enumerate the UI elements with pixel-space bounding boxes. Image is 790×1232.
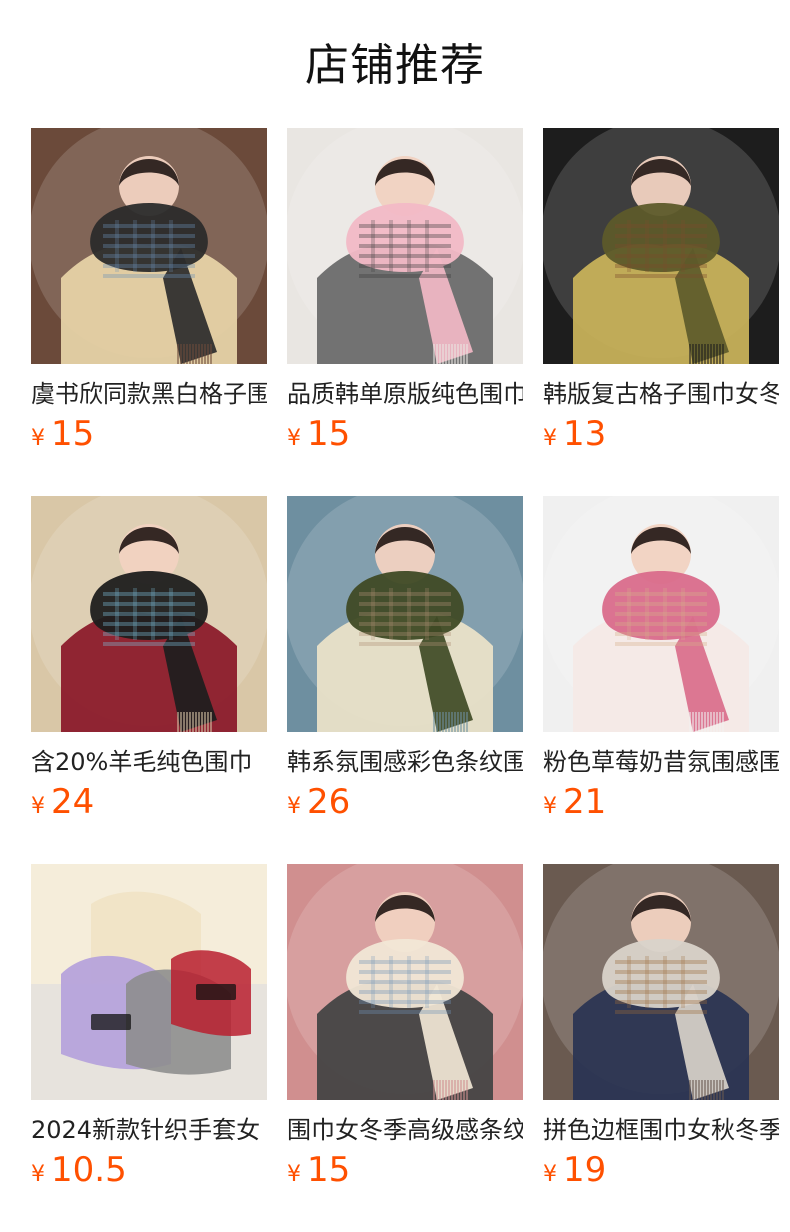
product-info: 围巾女冬季高级感条纹 ¥15 (287, 1100, 523, 1190)
product-image[interactable] (543, 128, 779, 364)
scarf-photo-icon (543, 128, 779, 364)
product-info: 粉色草莓奶昔氛围感围巾 ¥21 (543, 732, 779, 822)
product-image[interactable] (31, 128, 267, 364)
product-title[interactable]: 韩系氛围感彩色条纹围巾 (287, 746, 523, 778)
currency-symbol: ¥ (543, 1162, 557, 1187)
price-value: 19 (563, 1150, 607, 1190)
price-value: 26 (307, 782, 351, 822)
product-price: ¥13 (543, 414, 779, 454)
product-image[interactable] (287, 496, 523, 732)
product-image[interactable] (31, 864, 267, 1100)
product-info: 2024新款针织手套女 ¥10.5 (31, 1100, 267, 1190)
currency-symbol: ¥ (543, 426, 557, 451)
page-title: 店铺推荐 (305, 40, 485, 91)
scarf-photo-icon (287, 864, 523, 1100)
currency-symbol: ¥ (287, 794, 301, 819)
price-value: 15 (51, 414, 95, 454)
currency-symbol: ¥ (543, 794, 557, 819)
scarf-photo-icon (543, 496, 779, 732)
product-card[interactable]: 品质韩单原版纯色围巾 ¥15 (287, 128, 523, 454)
product-title[interactable]: 虞书欣同款黑白格子围巾 (31, 378, 267, 410)
product-price: ¥26 (287, 782, 523, 822)
scarf-photo-icon (287, 128, 523, 364)
product-info: 品质韩单原版纯色围巾 ¥15 (287, 364, 523, 454)
product-title[interactable]: 含20%羊毛纯色围巾 (31, 746, 267, 778)
product-image[interactable] (287, 128, 523, 364)
product-card[interactable]: 粉色草莓奶昔氛围感围巾 ¥21 (543, 496, 779, 822)
gloves-photo-icon (31, 864, 267, 1100)
price-value: 13 (563, 414, 607, 454)
price-value: 10.5 (51, 1150, 127, 1190)
currency-symbol: ¥ (287, 426, 301, 451)
product-card[interactable]: 韩系氛围感彩色条纹围巾 ¥26 (287, 496, 523, 822)
product-title[interactable]: 拼色边框围巾女秋冬季 (543, 1114, 779, 1146)
product-image[interactable] (543, 864, 779, 1100)
product-card[interactable]: 围巾女冬季高级感条纹 ¥15 (287, 864, 523, 1190)
product-price: ¥15 (31, 414, 267, 454)
currency-symbol: ¥ (31, 426, 45, 451)
scarf-photo-icon (31, 128, 267, 364)
product-card[interactable]: 含20%羊毛纯色围巾 ¥24 (31, 496, 267, 822)
product-price: ¥24 (31, 782, 267, 822)
product-price: ¥19 (543, 1150, 779, 1190)
product-card[interactable]: 拼色边框围巾女秋冬季 ¥19 (543, 864, 779, 1190)
product-price: ¥10.5 (31, 1150, 267, 1190)
scarf-photo-icon (543, 864, 779, 1100)
product-title[interactable]: 围巾女冬季高级感条纹 (287, 1114, 523, 1146)
product-card[interactable]: 韩版复古格子围巾女冬 ¥13 (543, 128, 779, 454)
price-value: 24 (51, 782, 95, 822)
price-value: 15 (307, 414, 351, 454)
currency-symbol: ¥ (31, 1162, 45, 1187)
product-price: ¥15 (287, 414, 523, 454)
product-image[interactable] (287, 864, 523, 1100)
product-info: 韩系氛围感彩色条纹围巾 ¥26 (287, 732, 523, 822)
store-recommendation-page: 店铺推荐 虞书欣同款黑白格子围巾 ¥15 品质韩单原版纯色围巾 ¥15 韩版复古格子围巾… (0, 0, 790, 1232)
product-info: 虞书欣同款黑白格子围巾 ¥15 (31, 364, 267, 454)
product-image[interactable] (31, 496, 267, 732)
currency-symbol: ¥ (287, 1162, 301, 1187)
product-grid: 虞书欣同款黑白格子围巾 ¥15 品质韩单原版纯色围巾 ¥15 韩版复古格子围巾女冬 ¥13… (31, 128, 779, 1190)
product-image[interactable] (543, 496, 779, 732)
product-title[interactable]: 韩版复古格子围巾女冬 (543, 378, 779, 410)
product-price: ¥21 (543, 782, 779, 822)
currency-symbol: ¥ (31, 794, 45, 819)
product-title[interactable]: 品质韩单原版纯色围巾 (287, 378, 523, 410)
product-title[interactable]: 粉色草莓奶昔氛围感围巾 (543, 746, 779, 778)
product-info: 韩版复古格子围巾女冬 ¥13 (543, 364, 779, 454)
product-info: 拼色边框围巾女秋冬季 ¥19 (543, 1100, 779, 1190)
product-card[interactable]: 2024新款针织手套女 ¥10.5 (31, 864, 267, 1190)
product-info: 含20%羊毛纯色围巾 ¥24 (31, 732, 267, 822)
scarf-photo-icon (31, 496, 267, 732)
product-price: ¥15 (287, 1150, 523, 1190)
price-value: 15 (307, 1150, 351, 1190)
price-value: 21 (563, 782, 607, 822)
product-card[interactable]: 虞书欣同款黑白格子围巾 ¥15 (31, 128, 267, 454)
product-title[interactable]: 2024新款针织手套女 (31, 1114, 267, 1146)
scarf-photo-icon (287, 496, 523, 732)
